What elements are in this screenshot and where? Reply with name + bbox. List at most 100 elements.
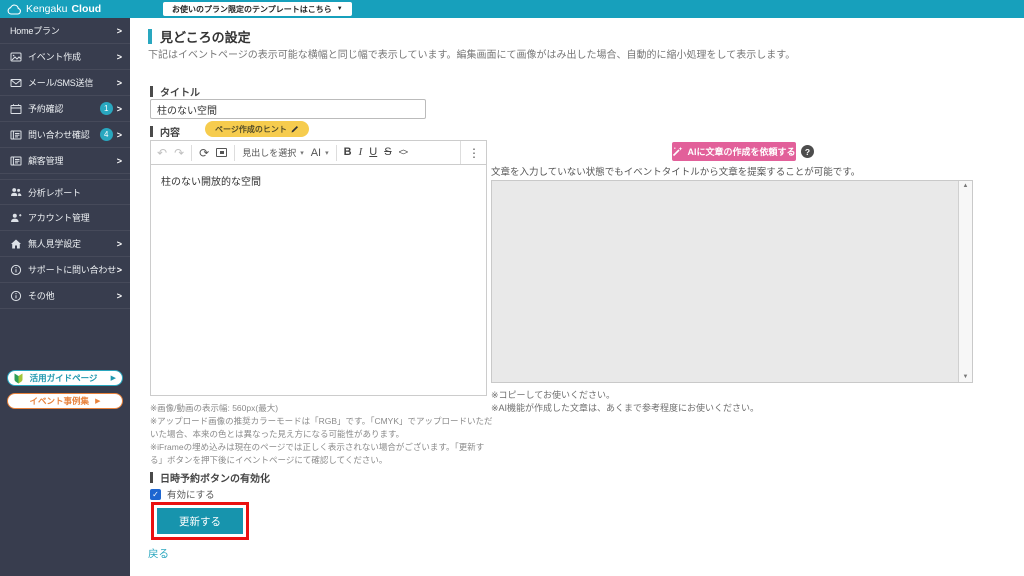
chevron-right-icon: >	[116, 25, 122, 36]
chevron-right-icon: >	[116, 155, 122, 166]
title-accent-bar	[148, 29, 152, 44]
contact-card-icon	[10, 155, 22, 167]
info-icon	[10, 290, 22, 302]
title-input[interactable]	[150, 99, 426, 119]
info-icon	[10, 264, 22, 276]
note-line: ※コピーしてお使いください。	[491, 390, 616, 400]
plan-template-label: お使いのプラン限定のテンプレートはこちら	[172, 4, 332, 14]
guide-page-button[interactable]: 活用ガイドページ ▶	[7, 370, 123, 386]
sidebar-item-reservation-check[interactable]: 予約確認 1 >	[0, 96, 130, 122]
contact-card-icon	[10, 129, 22, 141]
toolbar-divider	[335, 144, 337, 161]
underline-button[interactable]: U	[369, 147, 377, 158]
logo-text: Kengaku	[26, 3, 68, 15]
back-link[interactable]: 戻る	[148, 546, 169, 561]
ai-request-button[interactable]: AIに文章の作成を依頼する	[672, 142, 796, 161]
chevron-right-icon: >	[116, 129, 122, 140]
editor-content-area[interactable]: 柱のない開放的な空間	[150, 165, 487, 396]
beginner-mark-icon	[14, 373, 23, 383]
chevron-down-icon: ▾	[325, 149, 329, 157]
ai-menu-dropdown[interactable]: AI ▾	[311, 147, 329, 159]
title-field-label: タイトル	[150, 84, 200, 99]
ai-request-label: AIに文章の作成を依頼する	[687, 147, 796, 157]
chevron-right-icon: >	[116, 51, 122, 62]
app-page: Kengaku Cloud お使いのプラン限定のテンプレートはこちら ▼ Hom…	[0, 0, 1024, 576]
note-line: ※AI機能が作成した文章は、あくまで参考程度にお使いください。	[491, 403, 760, 413]
upload-notes: ※画像/動画の表示幅: 560px(最大) ※アップロード画像の推奨カラーモード…	[150, 402, 496, 467]
undo-icon[interactable]: ↶	[157, 147, 167, 159]
update-button[interactable]: 更新する	[157, 508, 243, 534]
notification-badge: 1	[99, 102, 113, 115]
heading-select-dropdown[interactable]: 見出しを選択 ▾	[242, 146, 304, 159]
pencil-icon	[291, 126, 298, 133]
scrollbar[interactable]: ▲ ▼	[958, 181, 972, 382]
editor-text: 柱のない開放的な空間	[161, 177, 261, 188]
check-icon: ✓	[152, 489, 159, 499]
people-icon	[10, 186, 22, 198]
enable-checkbox-row: ✓ 有効にする	[150, 487, 215, 501]
chevron-right-icon: >	[116, 77, 122, 88]
redo-icon[interactable]: ↷	[174, 147, 184, 159]
bold-button[interactable]: B	[344, 147, 352, 158]
sidebar-item-inquiry-check[interactable]: 問い合わせ確認 4 >	[0, 122, 130, 148]
event-case-button[interactable]: イベント事例集 ▶	[7, 393, 123, 409]
ai-hint-text: 文章を入力していない状態でもイベントタイトルから文章を提案することが可能です。	[491, 167, 861, 178]
notification-badge: 4	[99, 128, 113, 141]
chevron-right-icon: >	[116, 238, 122, 249]
more-options-icon[interactable]: ⋮	[468, 147, 480, 159]
restore-draft-icon[interactable]: ⟳	[199, 147, 209, 159]
enable-checkbox[interactable]: ✓	[150, 488, 161, 500]
magic-wand-icon	[673, 146, 683, 157]
hint-badge-label: ページ作成のヒント	[215, 124, 287, 134]
page-creation-hint-badge[interactable]: ページ作成のヒント	[205, 121, 309, 137]
sidebar-item-analytics-report[interactable]: 分析レポート	[0, 179, 130, 205]
logo-text-bold: Cloud	[71, 3, 102, 15]
ai-output-textarea[interactable]: ▲ ▼	[491, 180, 973, 383]
sidebar-item-unmanned-tour-settings[interactable]: 無人見学設定 >	[0, 231, 130, 257]
sidebar-item-home-plan[interactable]: Homeプラン >	[0, 18, 130, 44]
dropdown-arrow-icon: ▼	[336, 6, 343, 12]
calendar-icon	[10, 103, 22, 115]
plan-template-button[interactable]: お使いのプラン限定のテンプレートはこちら ▼	[163, 2, 352, 16]
annotation-highlight-box: 更新する	[151, 502, 249, 540]
guide-page-label: 活用ガイドページ	[29, 373, 98, 383]
play-arrow-icon: ▶	[95, 398, 101, 405]
note-line: ※画像/動画の表示幅: 560px(最大)	[150, 403, 279, 413]
sidebar-item-contact-support[interactable]: サポートに問い合わせ >	[0, 257, 130, 283]
sidebar-item-customer-management[interactable]: 顧客管理 >	[0, 148, 130, 174]
home-icon	[10, 238, 22, 250]
rich-text-editor: ↶ ↷ ⟳ 見出しを選択 ▾ AI ▾ B I U S <> ⋮ 柱のない開放的…	[150, 140, 487, 396]
scroll-down-icon[interactable]: ▼	[963, 374, 969, 380]
help-icon[interactable]: ?	[801, 145, 814, 158]
top-bar: Kengaku Cloud お使いのプラン限定のテンプレートはこちら ▼	[0, 0, 1024, 18]
sidebar: Homeプラン > イベント作成 > メール/SMS送信 > 予約確認 1 >	[0, 18, 130, 576]
chevron-right-icon: >	[116, 103, 122, 114]
code-button[interactable]: <>	[399, 148, 408, 157]
sidebar-item-account-management[interactable]: アカウント管理	[0, 205, 130, 231]
mail-icon	[10, 77, 22, 89]
toolbar-divider	[234, 144, 236, 161]
image-icon	[10, 51, 22, 63]
scroll-up-icon[interactable]: ▲	[963, 183, 969, 189]
app-logo[interactable]: Kengaku Cloud	[0, 3, 101, 15]
ai-notes: ※コピーしてお使いください。 ※AI機能が作成した文章は、あくまで参考程度にお使…	[491, 389, 759, 415]
embed-frame-icon[interactable]	[216, 148, 228, 157]
sidebar-item-others[interactable]: その他 >	[0, 283, 130, 309]
booking-button-label: 日時予約ボタンの有効化	[150, 470, 270, 485]
strikethrough-button[interactable]: S	[384, 147, 391, 158]
sidebar-item-mail-sms[interactable]: メール/SMS送信 >	[0, 70, 130, 96]
page-subtitle: 下記はイベントページの表示可能な横幅と同じ幅で表示しています。編集画面にて画像が…	[148, 50, 796, 61]
italic-button[interactable]: I	[359, 147, 363, 158]
content-field-label: 内容	[150, 124, 180, 139]
play-arrow-icon: ▶	[110, 375, 116, 382]
chevron-right-icon: >	[116, 264, 122, 275]
editor-toolbar: ↶ ↷ ⟳ 見出しを選択 ▾ AI ▾ B I U S <> ⋮	[150, 140, 487, 165]
cloud-logo-icon	[7, 4, 21, 15]
sidebar-item-event-create[interactable]: イベント作成 >	[0, 44, 130, 70]
toolbar-divider	[191, 144, 193, 161]
enable-checkbox-label: 有効にする	[167, 490, 215, 501]
main-content: 見どころの設定 下記はイベントページの表示可能な横幅と同じ幅で表示しています。編…	[130, 18, 1024, 576]
event-case-label: イベント事例集	[29, 396, 90, 406]
page-title: 見どころの設定	[148, 27, 251, 46]
chevron-down-icon: ▾	[300, 149, 304, 157]
